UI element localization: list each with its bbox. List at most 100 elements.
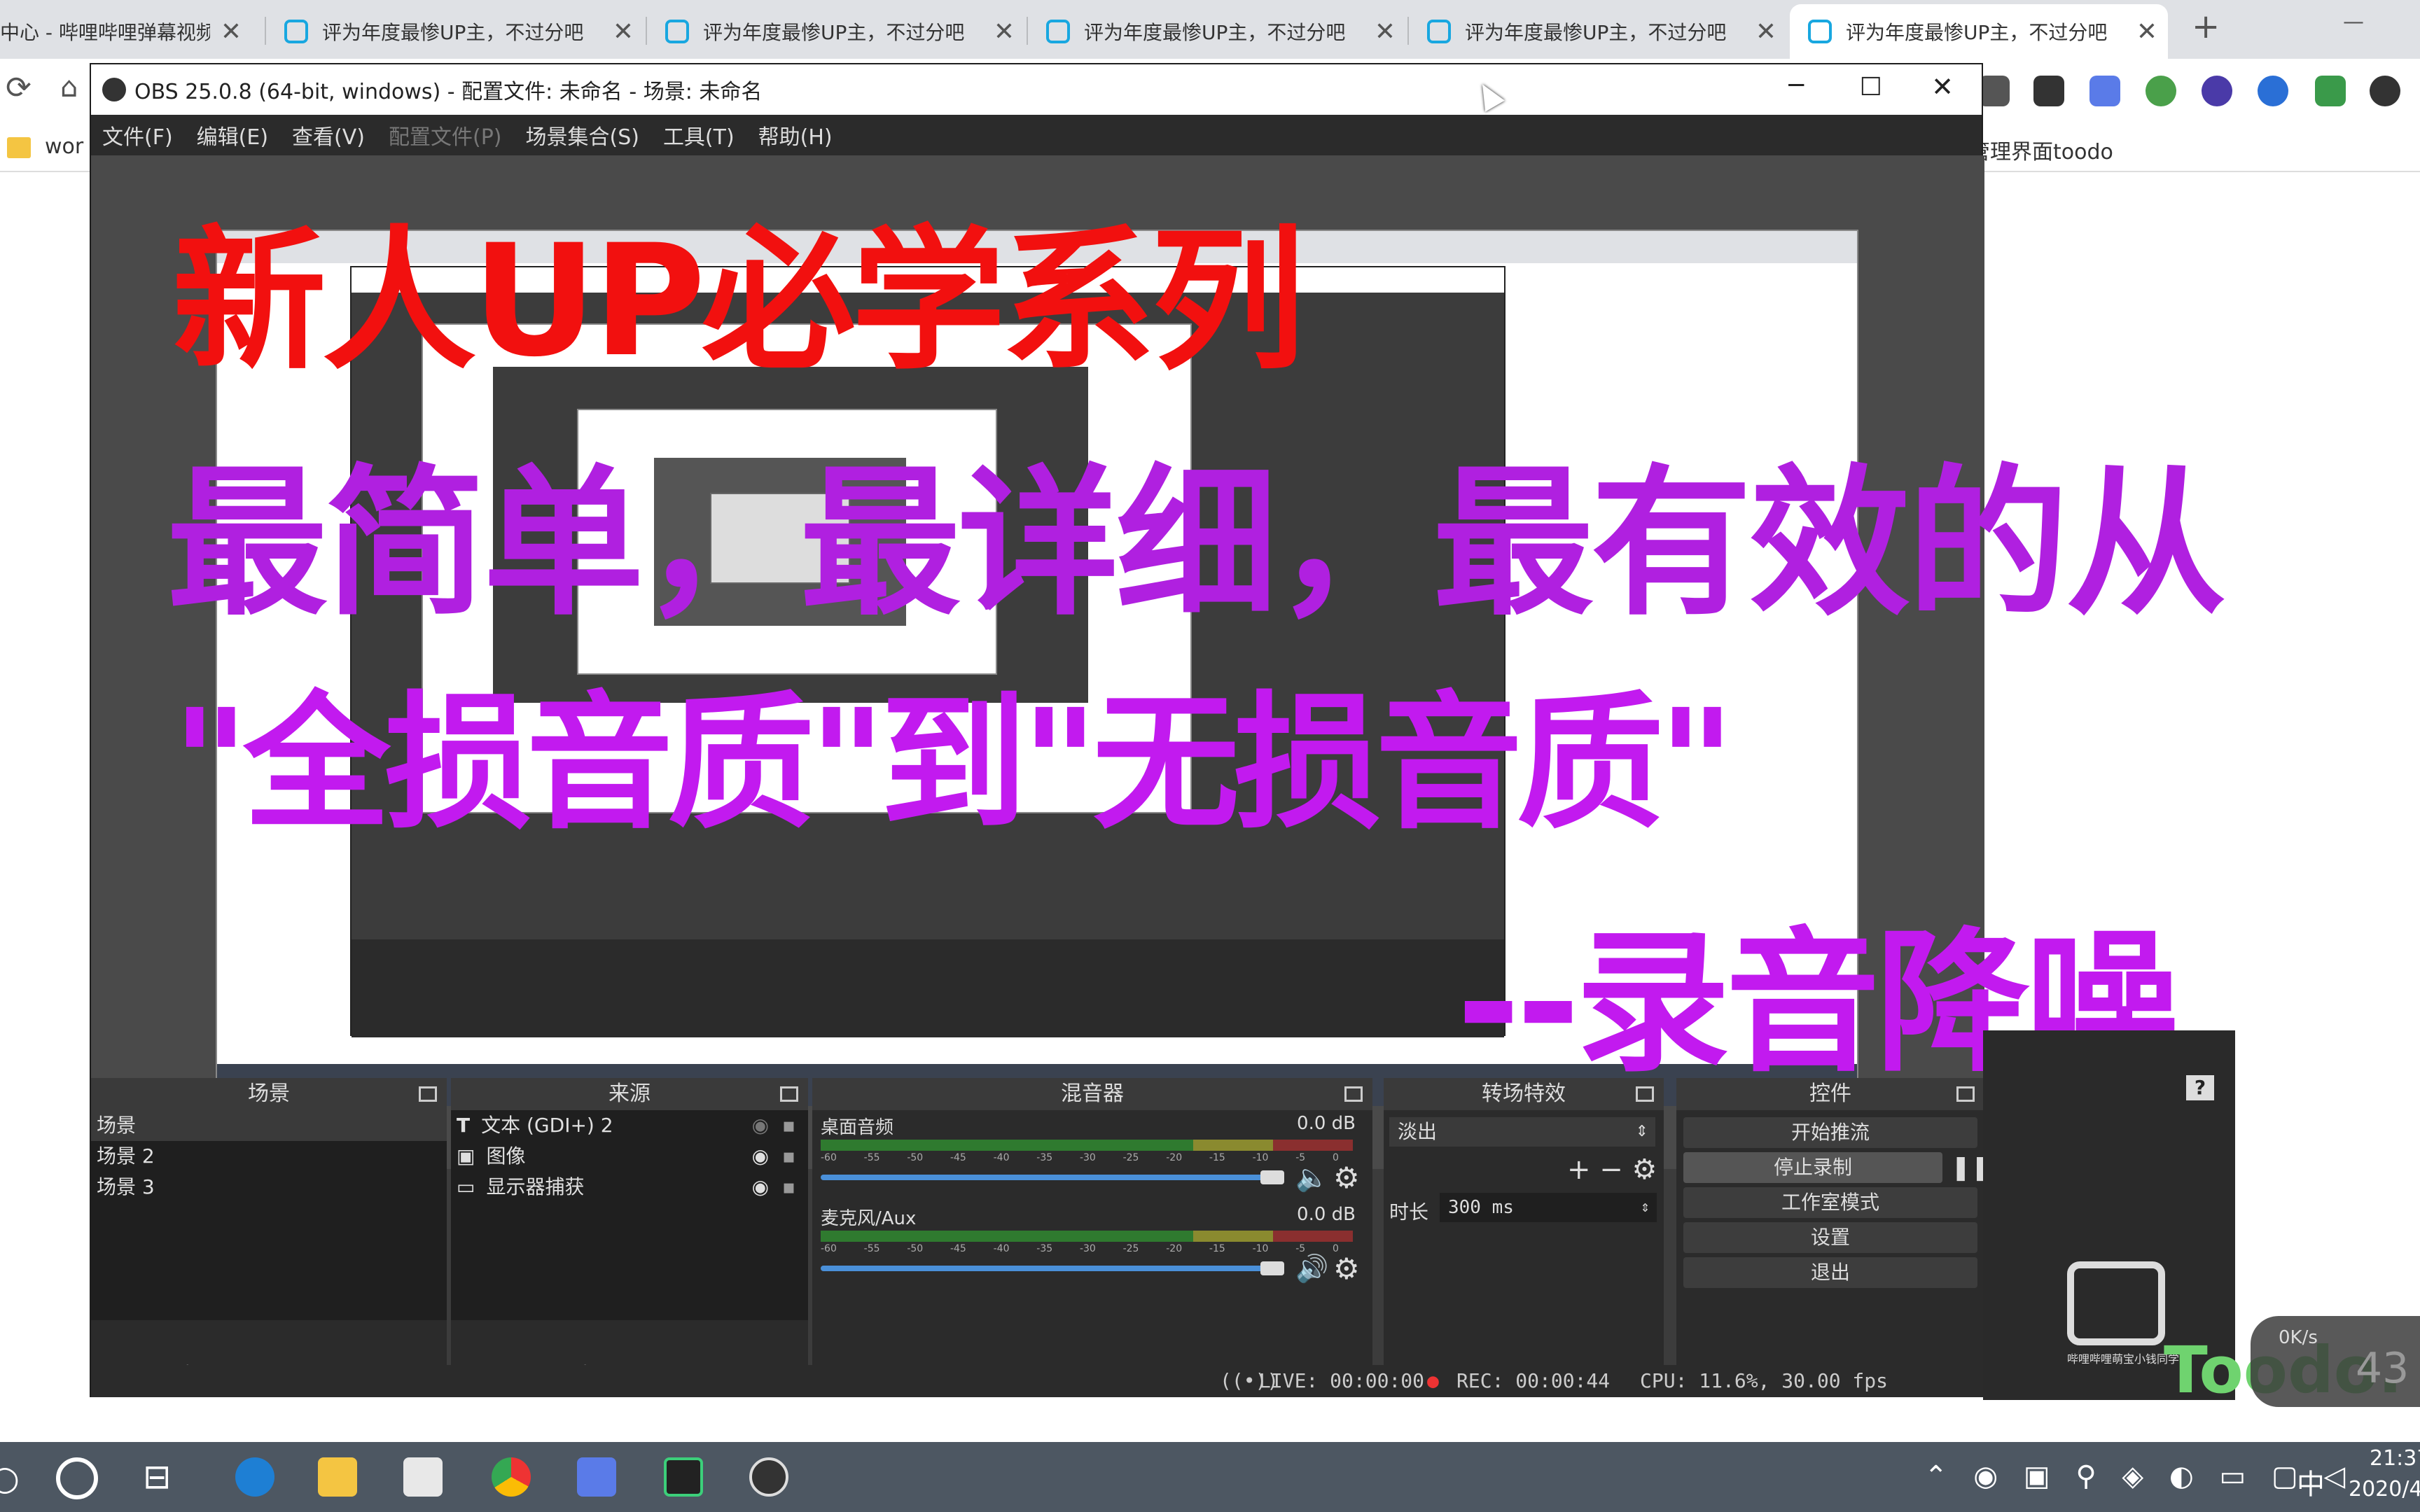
close-icon[interactable]: ✕	[602, 18, 644, 46]
exit-button[interactable]: 退出	[1683, 1257, 1977, 1288]
stop-recording-button[interactable]: 停止录制	[1683, 1152, 1942, 1183]
dock-title: 来源	[451, 1078, 808, 1110]
source-item[interactable]: T 文本 (GDI+) 2 ◉ ▪	[451, 1110, 808, 1141]
source-item[interactable]: ▭ 显示器捕获 ◉ ▪	[451, 1172, 808, 1203]
meter-tick-label: -30	[1079, 1152, 1096, 1163]
source-item[interactable]: ▣ 图像 ◉ ▪	[451, 1141, 808, 1172]
close-icon[interactable]: ✕	[210, 18, 252, 46]
meter-tick-label: -25	[1122, 1243, 1139, 1254]
muted-speaker-icon[interactable]: 🔈	[1295, 1162, 1328, 1194]
menu-profile[interactable]: 配置文件(P)	[389, 120, 502, 150]
minimize-button[interactable]: ─	[1788, 71, 1804, 100]
bilibili-tab-icon	[284, 20, 308, 43]
meter-tick-label: -35	[1036, 1243, 1053, 1254]
tab-title: 中心 - 哔哩哔哩弹幕视频	[0, 21, 210, 44]
gear-icon[interactable]: ⚙	[1632, 1154, 1657, 1186]
task-view-icon[interactable]: ⊟	[143, 1457, 171, 1497]
home-icon[interactable]: ⌂	[60, 71, 78, 104]
chevron-updown-icon: ⇕	[1635, 1123, 1648, 1140]
start-streaming-button[interactable]: 开始推流	[1683, 1117, 1977, 1148]
reload-icon[interactable]: ⟳	[6, 70, 32, 106]
close-icon[interactable]: ✕	[1745, 18, 1787, 46]
extension-icon[interactable]	[2146, 76, 2176, 106]
browser-tab-active[interactable]: 评为年度最惨UP主，不过分吧 ✕	[1790, 4, 2168, 59]
undock-icon[interactable]	[1344, 1086, 1363, 1102]
volume-slider-handle[interactable]	[1260, 1170, 1284, 1184]
edge-icon[interactable]	[235, 1457, 274, 1497]
dock-title: 混音器	[812, 1078, 1372, 1110]
studio-mode-button[interactable]: 工作室模式	[1683, 1187, 1977, 1218]
eye-icon[interactable]: ◉	[752, 1172, 769, 1203]
obs-title-bar: OBS 25.0.8 (64-bit, windows) - 配置文件: 未命名…	[91, 64, 1982, 115]
add-icon[interactable]: +	[1567, 1154, 1591, 1186]
extension-icon[interactable]	[2202, 76, 2232, 106]
close-button[interactable]: ✕	[1931, 71, 1954, 102]
obs-taskbar-icon[interactable]	[749, 1457, 788, 1497]
feishu-icon[interactable]	[577, 1457, 616, 1497]
extension-icon[interactable]	[2033, 76, 2064, 106]
settings-button[interactable]: 设置	[1683, 1222, 1977, 1253]
help-icon[interactable]: ?	[2186, 1075, 2214, 1100]
menu-edit[interactable]: 编辑(E)	[197, 120, 268, 150]
speaker-icon[interactable]: 🔊	[1295, 1253, 1328, 1284]
undock-icon[interactable]	[780, 1086, 798, 1102]
clock-date[interactable]: 2020/4	[2349, 1477, 2420, 1502]
duration-input[interactable]: 300 ms ⇕	[1440, 1193, 1657, 1222]
search-icon[interactable]: ○	[0, 1459, 20, 1498]
menu-help[interactable]: 帮助(H)	[758, 120, 833, 150]
menu-tools[interactable]: 工具(T)	[663, 120, 735, 150]
volume-slider[interactable]	[821, 1266, 1269, 1271]
menu-scene-collection[interactable]: 场景集合(S)	[525, 120, 639, 150]
ime-indicator[interactable]: 中	[2297, 1462, 2325, 1502]
menu-file[interactable]: 文件(F)	[102, 120, 173, 150]
cortana-icon[interactable]	[56, 1457, 98, 1499]
gear-icon[interactable]: ⚙	[1333, 1252, 1360, 1286]
transitions-dock: 转场特效 淡出 ⇕ + − ⚙ 时长 300 ms ⇕	[1384, 1078, 1664, 1397]
close-icon[interactable]: ✕	[983, 18, 1025, 46]
browser-tab-bar: 中心 - 哔哩哔哩弹幕视频 ✕ 评为年度最惨UP主，不过分吧 ✕ 评为年度最惨U…	[0, 0, 2420, 59]
extension-icon[interactable]	[2315, 76, 2346, 106]
chrome-icon[interactable]	[492, 1457, 531, 1497]
extension-icon[interactable]	[2258, 76, 2288, 106]
scene-item[interactable]: 场景 2	[91, 1141, 447, 1172]
close-icon[interactable]: ✕	[2126, 18, 2168, 46]
transition-select[interactable]: 淡出 ⇕	[1389, 1117, 1655, 1147]
close-icon[interactable]: ✕	[1364, 18, 1406, 46]
browser-tab[interactable]: 评为年度最惨UP主，不过分吧 ✕	[1409, 4, 1787, 59]
remove-icon[interactable]: −	[1599, 1154, 1623, 1186]
meter-tick-label: -30	[1079, 1243, 1096, 1254]
audio-meter	[821, 1140, 1353, 1151]
store-icon[interactable]	[403, 1457, 443, 1497]
bookmark-item[interactable]: 管理界面toodo	[1969, 134, 2113, 165]
file-explorer-icon[interactable]	[318, 1457, 357, 1497]
pycharm-icon[interactable]	[664, 1457, 703, 1497]
extension-icon[interactable]	[1979, 76, 2010, 106]
volume-slider-handle[interactable]	[1260, 1261, 1284, 1275]
gear-icon[interactable]: ⚙	[1333, 1161, 1360, 1195]
lock-icon[interactable]: ▪	[782, 1141, 795, 1172]
scene-item[interactable]: 场景	[91, 1110, 447, 1141]
new-tab-button[interactable]: +	[2192, 7, 2220, 46]
bookmark-item[interactable]: wor	[45, 134, 83, 159]
extension-icon[interactable]	[2370, 76, 2400, 106]
browser-tab[interactable]: 中心 - 哔哩哔哩弹幕视频 ✕	[0, 4, 252, 59]
clock-time[interactable]: 21:37	[2370, 1446, 2420, 1471]
scene-item[interactable]: 场景 3	[91, 1172, 447, 1203]
browser-tab[interactable]: 评为年度最惨UP主，不过分吧 ✕	[266, 4, 644, 59]
meter-tick-label: -60	[821, 1152, 837, 1163]
undock-icon[interactable]	[419, 1086, 437, 1102]
channel-db: 0.0 dB	[1297, 1113, 1356, 1134]
speed-widget: 0K/s 43	[2251, 1316, 2420, 1407]
eye-icon[interactable]: ◉	[752, 1141, 769, 1172]
volume-slider[interactable]	[821, 1175, 1269, 1180]
maximize-button[interactable]: ☐	[1860, 73, 1882, 102]
eye-icon[interactable]: ◉	[752, 1110, 769, 1141]
lock-icon[interactable]: ▪	[782, 1172, 795, 1203]
browser-tab[interactable]: 评为年度最惨UP主，不过分吧 ✕	[647, 4, 1025, 59]
extension-icon[interactable]	[2089, 76, 2120, 106]
lock-icon[interactable]: ▪	[782, 1110, 795, 1141]
menu-view[interactable]: 查看(V)	[292, 120, 365, 150]
browser-tab[interactable]: 评为年度最惨UP主，不过分吧 ✕	[1028, 4, 1406, 59]
window-minimize-button[interactable]: —	[2343, 10, 2364, 34]
bilibili-tv-icon	[2067, 1261, 2165, 1345]
